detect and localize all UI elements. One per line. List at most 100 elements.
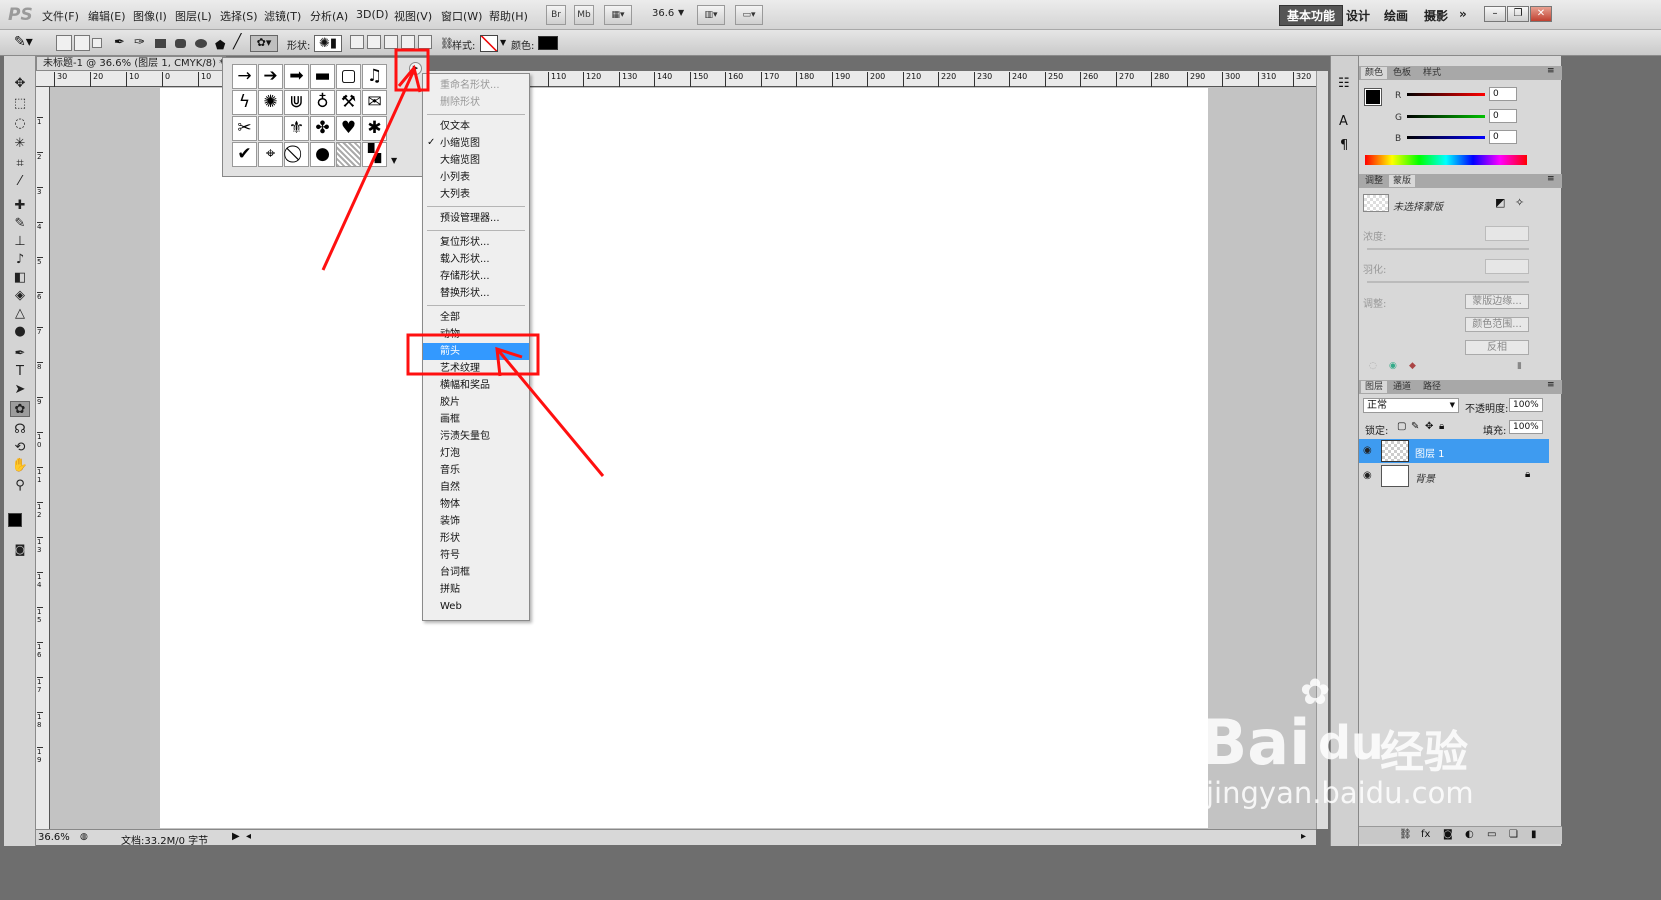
arrow-shape-1[interactable]: → <box>232 64 257 89</box>
menu-item[interactable]: 预设管理器... <box>423 210 529 227</box>
r-slider[interactable] <box>1407 93 1485 96</box>
close-button[interactable]: ✕ <box>1530 6 1552 22</box>
new-group-icon[interactable]: ▭ <box>1487 829 1496 840</box>
menu-item[interactable]: 胶片 <box>423 394 529 411</box>
menu-item[interactable]: 重命名形状... <box>423 77 529 94</box>
picker-scroll-down-icon[interactable]: ▼ <box>391 156 397 165</box>
feather-field[interactable] <box>1485 259 1529 274</box>
eye-icon[interactable]: ◉ <box>1389 361 1397 371</box>
menu-view[interactable]: 视图(V) <box>394 8 432 24</box>
custom-shape-icon[interactable]: ✿▾ <box>250 35 278 52</box>
grass-shape[interactable]: ⋓ <box>284 90 309 115</box>
menu-item[interactable]: 载入形状... <box>423 251 529 268</box>
lock-pixels-icon[interactable]: ✎ <box>1411 421 1419 432</box>
color-swatch[interactable] <box>538 36 558 50</box>
layer-row-selected[interactable]: ◉ 图层 1 <box>1359 439 1549 463</box>
banner-shape[interactable]: ▬ <box>310 64 335 89</box>
lock-position-icon[interactable]: ✥ <box>1425 421 1433 432</box>
tab-adjustments[interactable]: 调整 <box>1361 175 1387 187</box>
tab-color[interactable]: 颜色 <box>1361 67 1388 79</box>
workspace-essentials[interactable]: 基本功能 <box>1279 5 1344 26</box>
b-value[interactable]: 0 <box>1489 130 1517 144</box>
magic-wand-icon[interactable]: ✳ <box>10 136 30 152</box>
menu-item[interactable]: 大缩览图 <box>423 152 529 169</box>
load-selection-icon[interactable]: ◌ <box>1369 361 1377 371</box>
add-mask-icon[interactable]: ◙ <box>1443 829 1453 840</box>
menu-item[interactable]: 箭头 <box>423 343 529 360</box>
eyedropper-icon[interactable]: ⁄ <box>10 174 30 190</box>
invert-button[interactable]: 反相 <box>1465 340 1529 355</box>
menu-item[interactable]: 自然 <box>423 479 529 496</box>
apply-mask-icon[interactable]: ◆ <box>1409 361 1416 371</box>
layer-style-icon[interactable]: fx <box>1421 829 1430 840</box>
adjustment-layer-icon[interactable]: ◐ <box>1465 829 1474 840</box>
menu-item[interactable]: 存储形状... <box>423 268 529 285</box>
shape-preview-dropdown[interactable]: ✺▮ <box>314 35 342 52</box>
menu-filter[interactable]: 滤镜(T) <box>264 8 301 24</box>
menu-item[interactable]: 拼贴 <box>423 581 529 598</box>
lasso-tool-icon[interactable]: ◌ <box>10 116 30 132</box>
menu-image[interactable]: 图像(I) <box>133 8 167 24</box>
trash-icon[interactable]: ▮ <box>1531 829 1537 840</box>
menu-window[interactable]: 窗口(W) <box>441 8 482 24</box>
new-layer-icon[interactable]: ❏ <box>1509 829 1518 840</box>
checkmark-shape[interactable]: ✔ <box>232 142 257 167</box>
menu-item[interactable]: 污渍矢量包 <box>423 428 529 445</box>
menu-item[interactable]: 物体 <box>423 496 529 513</box>
workspace-more[interactable]: » <box>1459 7 1467 21</box>
starburst-shape[interactable]: ✺ <box>258 90 283 115</box>
envelope-shape[interactable]: ✉ <box>362 90 387 115</box>
lock-all-icon[interactable]: 🔒︎ <box>1439 421 1444 432</box>
menu-select[interactable]: 选择(S) <box>220 8 258 24</box>
fleur-de-lis-shape[interactable]: ⚜ <box>284 116 309 141</box>
history-brush-icon[interactable]: ♪ <box>10 252 30 268</box>
3d-rotate-icon[interactable]: ☊ <box>10 422 30 438</box>
density-field[interactable] <box>1485 226 1529 241</box>
mask-edge-button[interactable]: 蒙版边缘... <box>1465 294 1529 309</box>
color-panel-foreground[interactable] <box>1364 88 1382 106</box>
fill-pixels-icon[interactable] <box>92 38 102 48</box>
menu-item[interactable]: 灯泡 <box>423 445 529 462</box>
panel-menu-icon[interactable]: ≡ <box>1547 66 1555 76</box>
scroll-right-arrow-icon[interactable]: ▸ <box>1301 831 1306 842</box>
pen-tool-icon[interactable]: ✒ <box>10 346 30 362</box>
subtract-shape-icon[interactable] <box>384 35 398 49</box>
g-slider[interactable] <box>1407 115 1485 118</box>
menu-item[interactable]: 全部 <box>423 309 529 326</box>
frame-shape[interactable]: ▢ <box>336 64 361 89</box>
hatch-shape[interactable] <box>336 142 361 167</box>
stamp-shape[interactable]: ⚒ <box>336 90 361 115</box>
menu-item[interactable]: 符号 <box>423 547 529 564</box>
blur-tool-icon[interactable]: △ <box>10 306 30 322</box>
panel-menu-icon[interactable]: ≡ <box>1547 380 1555 390</box>
menu-analysis[interactable]: 分析(A) <box>310 8 348 24</box>
quick-mask-icon[interactable]: ◙ <box>10 542 30 558</box>
b-slider[interactable] <box>1407 136 1485 139</box>
brush-tool-icon[interactable]: ✎ <box>10 216 30 232</box>
menu-item[interactable]: 横幅和奖品 <box>423 377 529 394</box>
dodge-tool-icon[interactable]: ● <box>10 324 30 340</box>
menu-item[interactable]: Web <box>423 598 529 615</box>
menu-help[interactable]: 帮助(H) <box>489 8 528 24</box>
tab-swatches[interactable]: 色板 <box>1389 67 1415 79</box>
shape-layers-icon[interactable] <box>56 35 72 51</box>
paint-bucket-icon[interactable]: ◈ <box>10 288 30 304</box>
menu-item[interactable]: 艺术纹理 <box>423 360 529 377</box>
scroll-left-arrow-icon[interactable]: ◂ <box>246 831 251 842</box>
clone-stamp-icon[interactable]: ⊥ <box>10 234 30 250</box>
panel-menu-icon[interactable]: ≡ <box>1547 174 1555 184</box>
mini-bridge-button[interactable]: Mb <box>574 5 594 25</box>
menu-item[interactable]: 台词框 <box>423 564 529 581</box>
tool-preset-icon[interactable]: ✎▾ <box>14 34 33 50</box>
opacity-field[interactable]: 100% <box>1509 398 1543 412</box>
menu-item[interactable]: 小列表 <box>423 169 529 186</box>
link-layers-icon[interactable]: ⛓ <box>1399 829 1412 840</box>
freeform-pen-icon[interactable]: ✑ <box>134 35 145 50</box>
tab-layers[interactable]: 图层 <box>1361 381 1388 393</box>
minimize-button[interactable]: – <box>1484 6 1506 22</box>
tab-styles[interactable]: 样式 <box>1419 67 1445 79</box>
ellipse-icon[interactable] <box>195 39 207 48</box>
tab-channels[interactable]: 通道 <box>1389 381 1415 393</box>
target-shape[interactable]: ⌖ <box>258 142 283 167</box>
rounded-rectangle-icon[interactable] <box>175 39 186 48</box>
